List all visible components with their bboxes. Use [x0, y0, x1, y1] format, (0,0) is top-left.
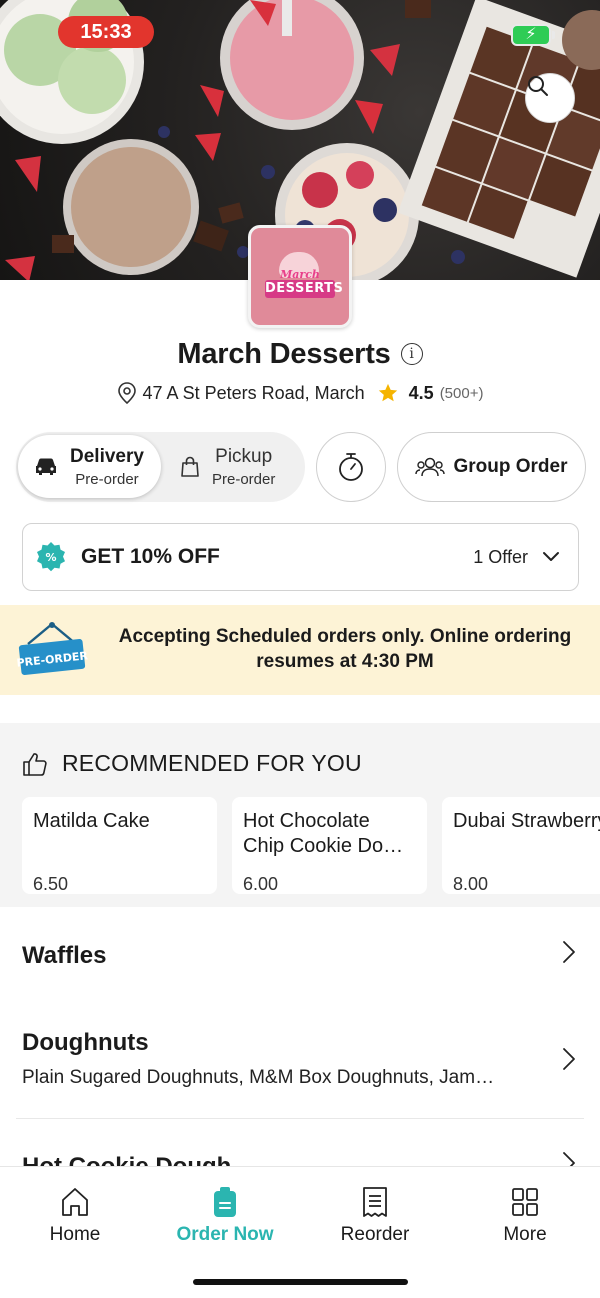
recommended-item-name: Matilda Cake	[33, 810, 150, 832]
battery-charging-icon: ⚡	[511, 24, 555, 46]
notice-message: Accepting Scheduled orders only. Online …	[118, 626, 572, 672]
recommended-title: RECOMMENDED FOR YOU	[62, 750, 362, 776]
search-icon	[528, 76, 548, 96]
chevron-right-icon	[563, 941, 575, 963]
shopping-bag-icon	[181, 456, 199, 477]
recommended-item-name: Dubai Strawberry Cup	[453, 810, 600, 832]
recommended-item-price: 6.50	[33, 874, 69, 894]
home-indicator	[193, 1279, 408, 1285]
recommended-item-name: Hot Chocolate Chip Cookie Do…	[243, 810, 404, 857]
order-icon	[214, 1187, 236, 1217]
offer-count: 1 Offer	[473, 546, 528, 567]
order-type-toggle: Delivery Pre-order Pickup Pre-order	[16, 432, 305, 502]
store-rating-count: (500+)	[439, 384, 484, 402]
recommended-item-card[interactable]: Hot Chocolate Chip Cookie Do… 6.00	[232, 797, 427, 894]
location-pin-icon	[117, 382, 136, 404]
star-icon	[378, 383, 397, 402]
store-logo: March DESSERTS	[248, 225, 352, 328]
schedule-button[interactable]	[316, 432, 386, 502]
category-title: Doughnuts	[22, 1029, 149, 1056]
grid-icon	[512, 1188, 538, 1216]
delivery-option[interactable]: Delivery Pre-order	[18, 435, 161, 498]
chevron-right-icon	[563, 1152, 575, 1166]
car-icon	[36, 458, 56, 475]
info-icon[interactable]: i	[400, 343, 423, 365]
pickup-label: Pickup	[215, 445, 273, 467]
pickup-option[interactable]: Pickup Pre-order	[166, 435, 301, 498]
group-users-icon	[415, 457, 446, 477]
thumbs-up-icon	[23, 752, 47, 776]
logo-text-top: March	[280, 267, 320, 281]
tab-order-now-label: Order Now	[176, 1224, 274, 1245]
pre-order-sign-icon: PRE-ORDER	[16, 622, 89, 683]
discount-badge-icon: %	[35, 541, 67, 573]
recommended-header: RECOMMENDED FOR YOU	[22, 750, 362, 777]
store-name: March Desserts	[177, 337, 391, 370]
search-button[interactable]	[525, 73, 575, 123]
category-title: Waffles	[22, 942, 107, 969]
category-row-waffles[interactable]: Waffles	[0, 907, 600, 1015]
group-order-button[interactable]: Group Order	[397, 432, 586, 502]
recommended-item-price: 8.00	[453, 874, 489, 894]
store-address: 47 A St Peters Road, March	[142, 382, 365, 403]
chevron-right-icon	[563, 1048, 575, 1070]
recommended-item-card[interactable]: Dubai Strawberry Cup 8.00	[442, 797, 600, 894]
category-subtitle: Plain Sugared Doughnuts, M&M Box Doughnu…	[22, 1067, 495, 1088]
tab-more[interactable]: More	[465, 1186, 585, 1246]
chevron-down-icon	[543, 552, 559, 561]
recommended-item-card[interactable]: Matilda Cake 6.50	[22, 797, 217, 894]
category-title: Hot Cookie Dough	[22, 1153, 231, 1166]
store-title-row: March Desserts i	[0, 334, 600, 374]
delivery-label: Delivery	[70, 445, 144, 467]
pickup-sublabel: Pre-order	[212, 470, 276, 488]
offer-banner[interactable]: % GET 10% OFF 1 Offer	[22, 523, 579, 591]
tab-reorder-label: Reorder	[340, 1224, 410, 1245]
tab-home[interactable]: Home	[15, 1186, 135, 1246]
receipt-icon	[363, 1187, 387, 1217]
timer-icon	[339, 453, 363, 481]
recommended-item-price: 6.00	[243, 874, 279, 894]
offer-title: GET 10% OFF	[81, 545, 220, 568]
store-address-row: 47 A St Peters Road, March 4.5 (500+)	[0, 378, 600, 408]
tab-reorder[interactable]: Reorder	[315, 1186, 435, 1246]
logo-text-bottom: DESSERTS	[265, 279, 344, 298]
tab-order-now[interactable]: Order Now	[165, 1186, 285, 1246]
delivery-sublabel: Pre-order	[75, 470, 139, 488]
store-rating: 4.5	[408, 382, 434, 403]
tab-more-label: More	[503, 1224, 547, 1245]
category-row-hot-cookie-dough[interactable]: Hot Cookie Dough	[0, 1119, 600, 1166]
tab-home-label: Home	[49, 1224, 101, 1245]
svg-text:%: %	[45, 551, 56, 564]
group-order-label: Group Order	[453, 456, 568, 477]
home-icon	[62, 1188, 88, 1216]
category-row-doughnuts[interactable]: Doughnuts Plain Sugared Doughnuts, M&M B…	[16, 1015, 584, 1119]
status-time: 15:33	[58, 16, 154, 48]
